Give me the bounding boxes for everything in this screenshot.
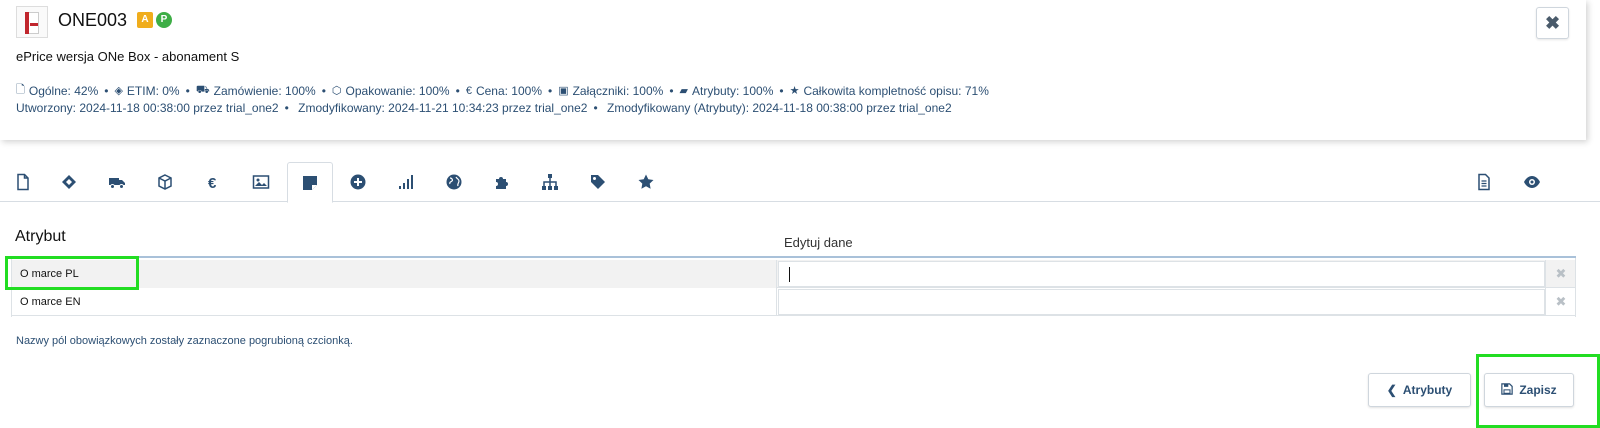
euro-icon: € [208,175,217,191]
column-header-edit: Edytuj dane [784,235,853,250]
stat-total: ★ Całkowita kompletność opisu: 71% [789,83,989,98]
attributes-back-button[interactable]: ❮ Atrybuty [1368,373,1471,407]
chevron-left-icon: ❮ [1386,383,1397,397]
svg-text:€: € [208,175,217,191]
euro-icon: € [465,84,472,97]
tab-languages[interactable] [431,162,477,202]
stat-packaging: ⬡ Opakowanie: 100% [331,83,450,98]
file-icon [17,173,29,191]
highlight-box [1476,354,1600,428]
tab-tags[interactable] [575,162,621,202]
product-code: ONE003 [58,10,128,30]
modified-attrs-info: Zmodyfikowany (Atrybuty): 2024-11-18 00:… [607,101,952,115]
modified-info: Zmodyfikowany: 2024-11-21 10:34:23 przez… [298,101,588,115]
tab-structure[interactable] [527,162,573,202]
tab-preview[interactable] [1509,162,1555,202]
tab-signal[interactable] [383,162,429,202]
tab-packaging[interactable] [142,162,188,202]
table-header-divider [11,256,1576,258]
table-row: O marce EN ✖ [11,288,1576,316]
globe-icon [446,174,462,190]
tab-attributes[interactable] [287,162,333,203]
signal-icon [399,175,413,189]
tab-price[interactable]: € [190,162,236,202]
attribute-value-input[interactable] [778,261,1545,287]
table-row: O marce PL ✖ [11,260,1576,288]
product-thumbnail [16,6,48,38]
image-icon: ▣ [558,85,569,97]
note-icon: ▰ [679,85,688,97]
tab-additional[interactable] [335,162,381,202]
badge-p: P [156,12,172,28]
tab-general[interactable] [0,162,46,202]
clear-button[interactable]: ✖ [1545,288,1576,316]
eye-icon [1524,176,1540,188]
tab-order[interactable] [94,162,140,202]
etim-icon [62,175,76,189]
tag-icon [591,175,605,189]
truck-icon [109,178,125,189]
attribute-value-input[interactable] [778,289,1545,315]
truck-icon: ⛟ [195,83,210,96]
stat-etim: ◈ ETIM: 0% [114,83,180,98]
close-button[interactable]: ✖ [1536,7,1569,39]
badge-a: A [137,12,153,28]
box-icon [158,174,172,190]
tab-favorites[interactable] [623,162,669,202]
created-info: Utworzony: 2024-11-18 00:38:00 przez tri… [16,101,279,115]
file-icon: 🗋 [16,84,25,96]
box-icon: ⬡ [331,85,342,97]
tab-document[interactable] [1461,162,1507,202]
stat-order: ⛟ Zamówienie: 100% [195,83,316,98]
stat-price: € Cena: 100% [465,83,542,98]
close-icon: ✖ [1544,13,1561,33]
attribute-name: O marce EN [11,288,777,316]
tab-bar: € [0,162,1600,203]
highlight-box [5,256,139,290]
plus-circle-icon [350,174,366,190]
column-header-attribute: Atrybut [15,228,66,245]
image-icon [252,175,270,189]
clear-button[interactable]: ✖ [1545,260,1576,288]
close-icon: ✖ [1555,294,1567,309]
tab-accessories[interactable] [479,162,525,202]
etim-icon: ◈ [114,85,123,97]
stat-attributes: ▰ Atrybuty: 100% [679,83,774,98]
audit-info: Utworzony: 2024-11-18 00:38:00 przez tri… [16,101,952,115]
back-button-label: Atrybuty [1402,383,1453,397]
tab-attachments[interactable] [238,162,284,202]
close-icon: ✖ [1555,266,1567,281]
stat-attachments: ▣ Załączniki: 100% [558,83,664,98]
completeness-stats: 🗋 Ogólne: 42% • ◈ ETIM: 0% • ⛟ Zamówienie: 10… [16,81,989,100]
sitemap-icon [542,174,558,190]
star-icon: ★ [789,85,800,97]
stat-general: 🗋 Ogólne: 42% [16,81,98,100]
puzzle-icon [496,177,508,189]
document-icon [1478,173,1490,191]
text-cursor [789,267,790,282]
product-name: ePrice wersja ONe Box - abonament S [16,49,240,64]
tab-etim[interactable] [46,162,92,202]
star-icon [638,174,654,189]
note-icon [303,175,317,190]
product-header: ONE003 A P ✖ ePrice wersja ONe Box - abo… [0,0,1586,140]
required-fields-note: Nazwy pól obowiązkowych zostały zaznaczo… [16,335,353,347]
